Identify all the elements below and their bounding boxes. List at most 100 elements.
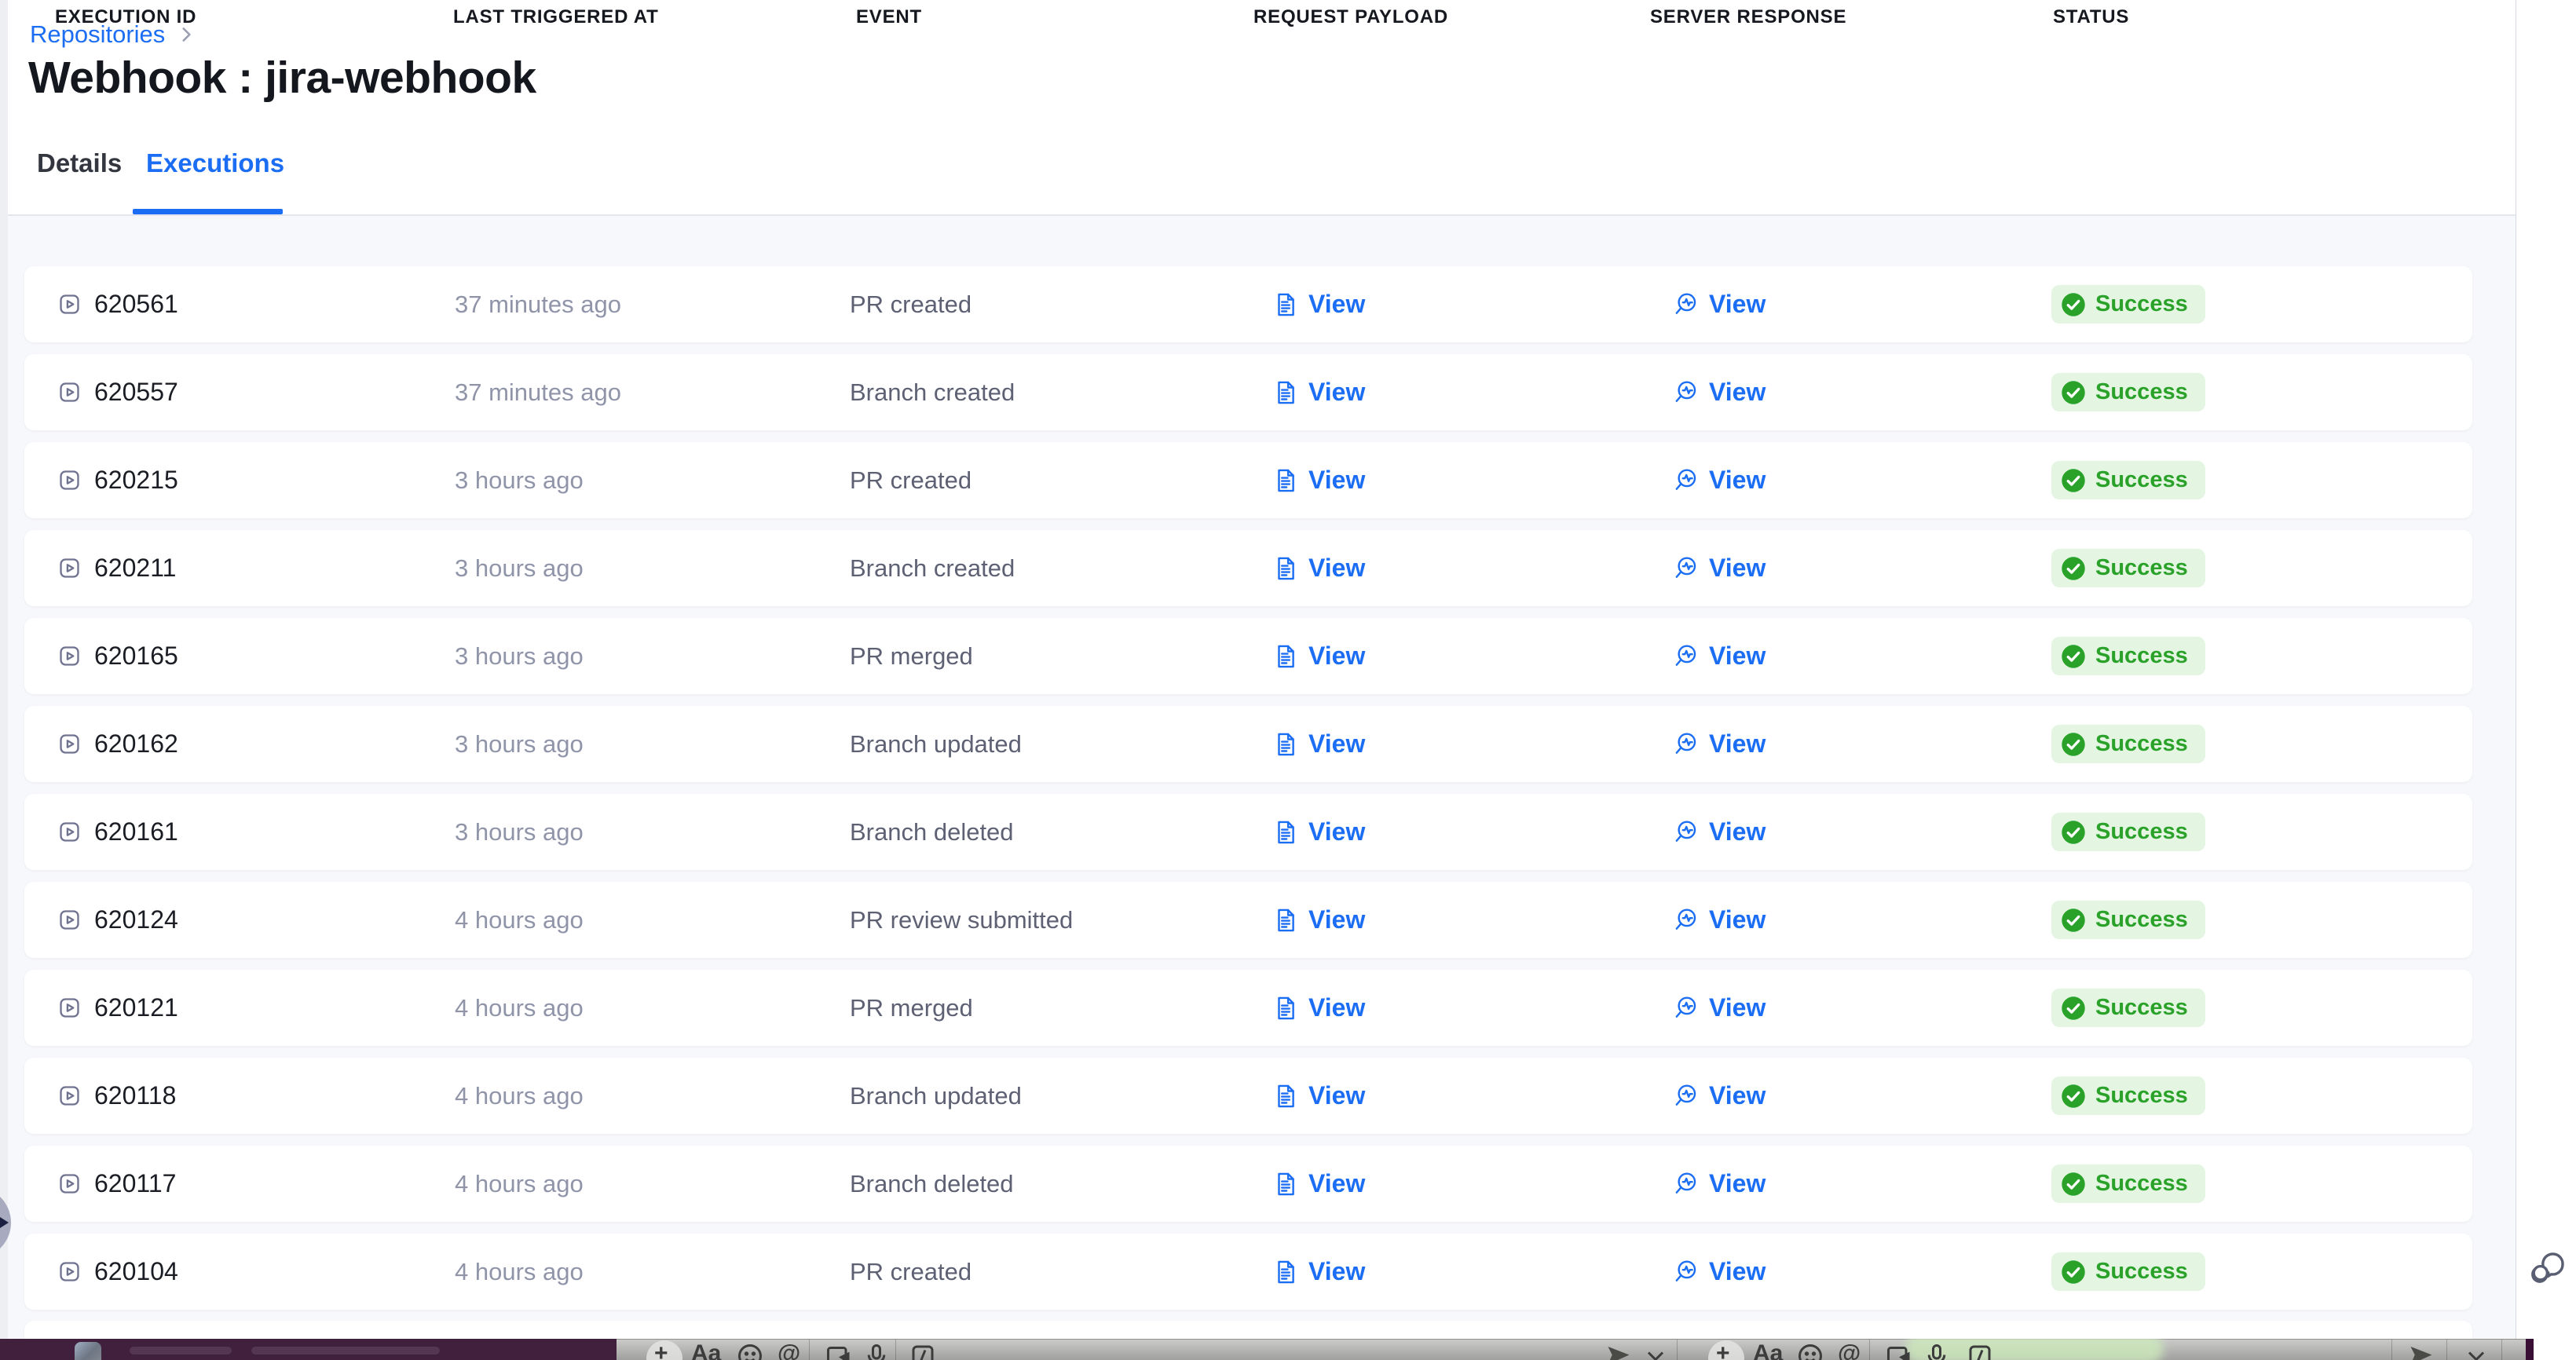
page-title: Webhook : jira-webhook xyxy=(28,52,536,104)
server-response-view-link[interactable]: View xyxy=(1673,266,1766,342)
server-response-view-link[interactable]: View xyxy=(1673,618,1766,694)
request-payload-view-link[interactable]: View xyxy=(1272,618,1365,694)
execution-play-icon xyxy=(57,556,82,580)
request-payload-view-link[interactable]: View xyxy=(1272,706,1365,782)
execution-play-icon xyxy=(57,380,82,404)
server-response-view-link[interactable]: View xyxy=(1673,794,1766,870)
execution-id: 620124 xyxy=(94,905,178,934)
slash-command-icon[interactable] xyxy=(909,1342,937,1360)
send-icon[interactable] xyxy=(1605,1342,1633,1360)
send-icon[interactable] xyxy=(2407,1342,2435,1360)
check-circle-icon xyxy=(2061,380,2086,405)
table-row: 620104 4 hours ago PR created View View xyxy=(24,1234,2472,1310)
status-label: Success xyxy=(2095,1171,2188,1197)
search-activity-icon xyxy=(1673,1083,1700,1110)
mention-icon[interactable]: @ xyxy=(778,1340,800,1360)
execution-id: 620118 xyxy=(94,1081,176,1110)
mention-icon[interactable]: @ xyxy=(1838,1340,1861,1360)
screen: Repositories Webhook : jira-webhook Deta… xyxy=(0,0,2576,1360)
status-label: Success xyxy=(2095,995,2188,1021)
request-payload-view-link[interactable]: View xyxy=(1272,442,1365,518)
event-cell: Branch updated xyxy=(850,706,1022,782)
media-icon[interactable] xyxy=(825,1342,853,1360)
server-response-view-link[interactable]: View xyxy=(1673,530,1766,606)
toolbar-divider xyxy=(2446,1340,2447,1360)
format-icon[interactable]: Aa xyxy=(691,1340,721,1360)
background-window-purple-sliver xyxy=(2526,1339,2534,1360)
chevron-down-icon[interactable] xyxy=(1641,1342,1670,1360)
status-label: Success xyxy=(2095,1083,2188,1109)
chevron-down-icon[interactable] xyxy=(2462,1342,2490,1360)
avatar xyxy=(75,1342,101,1360)
view-label: View xyxy=(1709,290,1766,319)
execution-id: 620215 xyxy=(94,466,178,495)
view-label: View xyxy=(1308,1257,1365,1286)
request-payload-view-link[interactable]: View xyxy=(1272,530,1365,606)
request-payload-view-link[interactable]: View xyxy=(1272,354,1365,430)
request-payload-view-link[interactable]: View xyxy=(1272,794,1365,870)
view-label: View xyxy=(1308,1081,1365,1110)
request-payload-view-link[interactable]: View xyxy=(1272,266,1365,342)
server-response-view-link[interactable]: View xyxy=(1673,1058,1766,1134)
view-label: View xyxy=(1709,466,1766,495)
execution-play-icon xyxy=(57,644,82,668)
status-cell: Success xyxy=(2051,882,2205,958)
search-activity-icon xyxy=(1673,643,1700,670)
view-label: View xyxy=(1308,1169,1365,1198)
view-label: View xyxy=(1308,466,1365,495)
view-label: View xyxy=(1709,729,1766,759)
status-cell: Success xyxy=(2051,530,2205,606)
plus-icon[interactable]: + xyxy=(654,1340,668,1360)
view-label: View xyxy=(1308,993,1365,1022)
execution-id-cell: 620161 xyxy=(57,794,178,870)
search-activity-icon xyxy=(1673,995,1700,1022)
tab-executions[interactable]: Executions xyxy=(146,148,284,178)
last-triggered-cell: 4 hours ago xyxy=(455,1234,584,1310)
table-row: 620117 4 hours ago Branch deleted View V… xyxy=(24,1146,2472,1222)
request-payload-view-link[interactable]: View xyxy=(1272,970,1365,1046)
status-label: Success xyxy=(2095,819,2188,845)
server-response-view-link[interactable]: View xyxy=(1673,442,1766,518)
request-payload-view-link[interactable]: View xyxy=(1272,1234,1365,1310)
slash-command-icon[interactable] xyxy=(1966,1342,1994,1360)
request-payload-view-link[interactable]: View xyxy=(1272,1058,1365,1134)
media-icon[interactable] xyxy=(1885,1342,1913,1360)
emoji-icon[interactable] xyxy=(736,1342,764,1360)
execution-id: 620117 xyxy=(94,1169,176,1198)
view-label: View xyxy=(1308,378,1365,407)
last-triggered-cell: 4 hours ago xyxy=(455,1146,584,1222)
toolbar-divider xyxy=(1677,1340,1678,1360)
check-circle-icon xyxy=(2061,1172,2086,1197)
column-header-event: EVENT xyxy=(856,6,922,28)
server-response-view-link[interactable]: View xyxy=(1673,882,1766,958)
request-payload-view-link[interactable]: View xyxy=(1272,882,1365,958)
event-cell: Branch updated xyxy=(850,1058,1022,1134)
view-label: View xyxy=(1308,905,1365,934)
status-label: Success xyxy=(2095,907,2188,933)
page-header: Repositories Webhook : jira-webhook Deta… xyxy=(8,0,2516,216)
execution-id: 620161 xyxy=(94,817,178,846)
view-label: View xyxy=(1709,1257,1766,1286)
view-label: View xyxy=(1709,905,1766,934)
tab-details[interactable]: Details xyxy=(37,148,122,178)
server-response-view-link[interactable]: View xyxy=(1673,354,1766,430)
document-icon xyxy=(1272,1083,1299,1110)
format-icon[interactable]: Aa xyxy=(1753,1340,1783,1360)
plus-icon[interactable]: + xyxy=(1716,1340,1730,1360)
search-activity-icon xyxy=(1673,731,1700,758)
server-response-view-link[interactable]: View xyxy=(1673,970,1766,1046)
server-response-view-link[interactable]: View xyxy=(1673,1146,1766,1222)
mic-icon[interactable] xyxy=(862,1342,891,1360)
table-row: 620118 4 hours ago Branch updated View V… xyxy=(24,1058,2472,1134)
emoji-icon[interactable] xyxy=(1796,1342,1824,1360)
event-cell: Branch created xyxy=(850,354,1015,430)
column-header-status: STATUS xyxy=(2053,6,2129,28)
execution-id-cell: 620165 xyxy=(57,618,178,694)
feedback-chat-icon[interactable] xyxy=(2529,1250,2567,1288)
server-response-view-link[interactable]: View xyxy=(1673,1234,1766,1310)
request-payload-view-link[interactable]: View xyxy=(1272,1146,1365,1222)
mic-icon[interactable] xyxy=(1923,1342,1951,1360)
server-response-view-link[interactable]: View xyxy=(1673,706,1766,782)
event-cell: PR merged xyxy=(850,970,973,1046)
execution-id: 620211 xyxy=(94,554,176,583)
